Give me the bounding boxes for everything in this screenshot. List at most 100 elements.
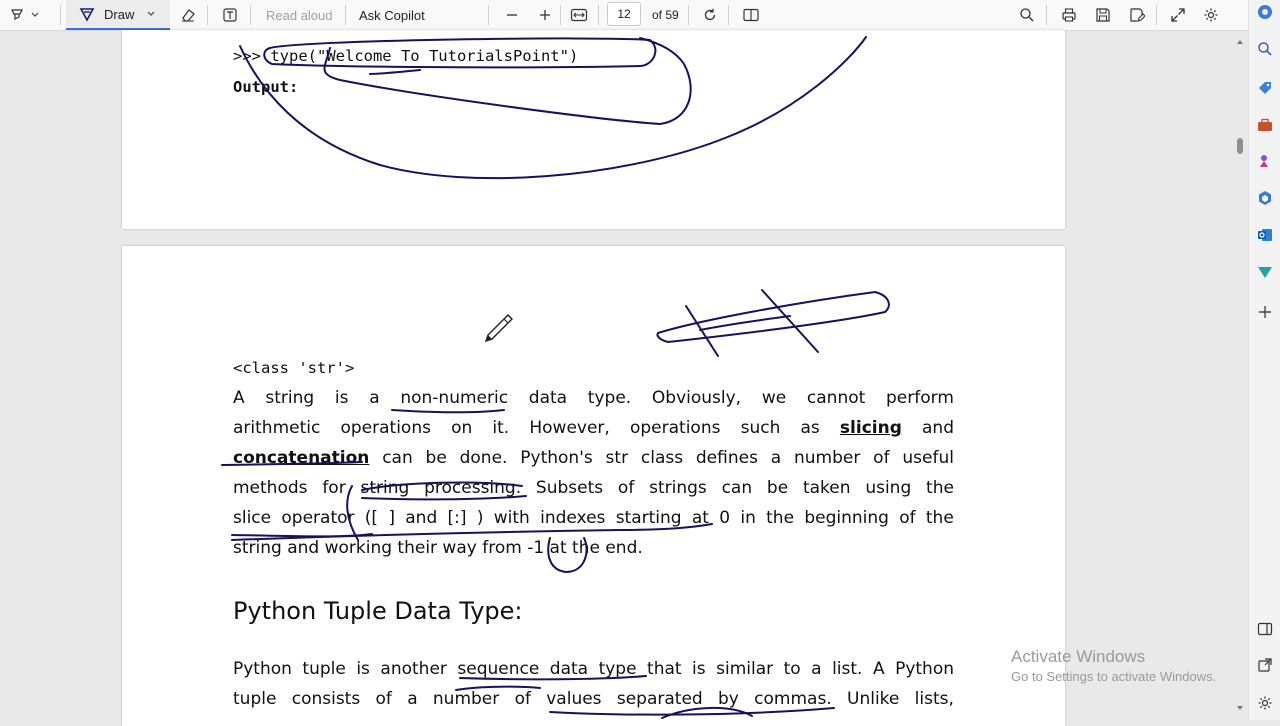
settings-button[interactable] <box>1200 0 1222 30</box>
expand-icon <box>1167 4 1189 26</box>
zoom-out-button[interactable] <box>501 0 523 30</box>
chevron-down-icon[interactable] <box>144 3 158 25</box>
vertical-scrollbar[interactable] <box>1233 30 1247 720</box>
paragraph-word: and <box>405 508 438 528</box>
erase-button[interactable] <box>177 0 199 30</box>
save-as-icon <box>1126 4 1148 26</box>
paragraph-word: to <box>783 659 801 679</box>
add-icon[interactable] <box>1257 304 1273 320</box>
paragraph-word: data <box>528 388 568 408</box>
print-button[interactable] <box>1058 0 1080 30</box>
highlighter-icon <box>6 4 28 26</box>
paragraph-word: strings <box>649 478 707 498</box>
search-button[interactable] <box>1016 0 1038 30</box>
watermark-subtitle: Go to Settings to activate Windows. <box>1011 669 1217 684</box>
save-button[interactable] <box>1092 0 1114 30</box>
paragraph-word: on <box>451 418 473 438</box>
paragraph-word: the <box>926 478 954 498</box>
paragraph-word: slice <box>233 508 272 528</box>
paragraph-word: However, <box>529 418 610 438</box>
outlook-icon[interactable] <box>1257 227 1273 243</box>
gear-icon[interactable] <box>1257 695 1273 711</box>
chevron-down-icon[interactable] <box>28 4 42 26</box>
paragraph-word: ) <box>476 508 484 528</box>
paragraph-word: A <box>233 388 245 408</box>
minus-icon <box>501 4 523 26</box>
shopping-tag-icon[interactable] <box>1257 80 1273 96</box>
paragraph-word: sequence <box>457 659 540 679</box>
plus-icon <box>534 4 556 26</box>
paragraph-word: done. <box>459 448 508 468</box>
games-icon[interactable] <box>1257 153 1273 169</box>
paragraph-word: that <box>647 659 682 679</box>
paragraph-word: a <box>369 388 380 408</box>
two-page-view-icon <box>740 4 762 26</box>
ask-copilot-button[interactable]: Ask Copilot <box>359 0 425 30</box>
toolbox-icon[interactable] <box>1257 117 1273 133</box>
paragraph-line: string and working their way from -1 at … <box>233 538 643 558</box>
rotate-button[interactable] <box>699 0 721 30</box>
paragraph-word: at <box>691 508 709 528</box>
highlight-tool[interactable] <box>6 0 42 30</box>
paragraph-word: is <box>334 388 349 408</box>
paragraph-word: 0 <box>719 508 731 528</box>
paragraph-word: as <box>800 418 820 438</box>
paragraph-word: Subsets <box>535 478 604 498</box>
external-link-icon[interactable] <box>1257 657 1273 673</box>
paragraph-word: we <box>761 388 787 408</box>
paragraph-word: number <box>794 448 861 468</box>
fit-width-button[interactable] <box>568 0 590 30</box>
gear-icon <box>1200 4 1222 26</box>
pdf-toolbar: Draw Read aloud Ask Copilot of 59 <box>0 0 1248 31</box>
paragraph-word: useful <box>902 448 954 468</box>
rotate-icon <box>699 4 721 26</box>
search-icon[interactable] <box>1257 41 1273 57</box>
paragraph-line: Astring is a non-numeric data type. Obviously,… <box>233 383 954 413</box>
paragraph-word: another <box>380 659 447 679</box>
paragraph-word: the <box>925 508 954 528</box>
fullscreen-button[interactable] <box>1167 0 1189 30</box>
page-view-button[interactable] <box>740 0 762 30</box>
string-paragraph: Astring is a non-numeric data type. Obviously,… <box>233 383 954 563</box>
pdf-page-12: <class 'str'> Astring is a non-numeric data t… <box>122 246 1065 726</box>
paragraph-word: defines <box>695 448 758 468</box>
draw-button[interactable]: Draw <box>66 0 170 30</box>
sidebar-toggle-icon[interactable] <box>1257 621 1273 637</box>
paragraph-word: is <box>356 659 370 679</box>
code-prompt: >>> <box>233 47 271 65</box>
paragraph-word: the <box>766 508 795 528</box>
paragraph-word: a <box>811 659 822 679</box>
read-aloud-button[interactable]: Read aloud <box>266 0 333 30</box>
save-as-button[interactable] <box>1126 0 1148 30</box>
paragraph-line: concatenation can be done. Python's str class d… <box>233 443 954 473</box>
paragraph-word: of <box>873 448 890 468</box>
page-number-input[interactable] <box>607 2 641 26</box>
paragraph-word: non-numeric <box>400 388 509 408</box>
send-icon[interactable] <box>1257 264 1273 280</box>
paragraph-word: using <box>865 478 912 498</box>
paragraph-word: with <box>493 508 530 528</box>
section-heading: Python Tuple Data Type: <box>233 597 523 625</box>
printer-icon <box>1058 4 1080 26</box>
paragraph-word: values <box>546 689 602 709</box>
paragraph-word: Python's <box>520 448 593 468</box>
paragraph-word: indexes <box>540 508 606 528</box>
microsoft-365-icon[interactable] <box>1257 190 1273 206</box>
paragraph-word: such <box>740 418 781 438</box>
paragraph-word: of <box>375 689 392 709</box>
paragraph-word: type <box>598 659 637 679</box>
zoom-in-button[interactable] <box>534 0 556 30</box>
paragraph-word: be <box>766 478 789 498</box>
paragraph-word: beginning <box>804 508 889 528</box>
paragraph-word: string <box>360 478 410 498</box>
page-total-label: of 59 <box>652 8 679 22</box>
paragraph-line: Python tuple is another sequence data type that… <box>233 654 954 684</box>
save-icon <box>1092 4 1114 26</box>
paragraph-line: methods for string processing. Subsets of stri… <box>233 473 954 503</box>
paragraph-word: tuple <box>302 659 346 679</box>
copilot-icon[interactable] <box>1257 4 1273 20</box>
paragraph-word: Unlike <box>847 689 900 709</box>
paragraph-word: be <box>425 448 447 468</box>
paragraph-word: Python <box>233 659 292 679</box>
text-box-button[interactable] <box>219 0 241 30</box>
